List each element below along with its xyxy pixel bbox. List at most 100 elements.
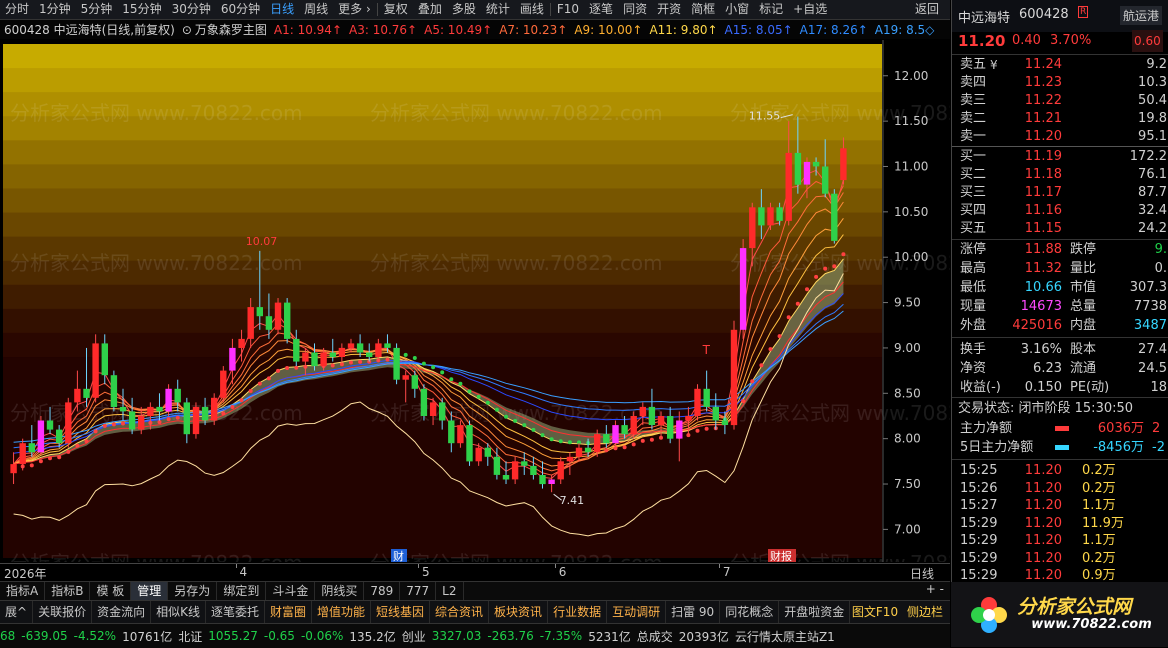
candle-body (630, 416, 637, 435)
toolbar-item[interactable]: F10 (552, 0, 584, 19)
candle-body (411, 375, 418, 389)
tick-time: 15:29 (960, 515, 998, 531)
toolbar-item[interactable]: 小窗 (720, 0, 754, 19)
indicator-tab[interactable]: 指标A (0, 582, 46, 600)
support-dot (476, 394, 481, 399)
toolbar-item[interactable]: 15分钟 (117, 0, 166, 19)
site-logo: 分析家公式网 www.70822.com (951, 582, 1168, 647)
flow-value: -8456万 (1093, 440, 1144, 455)
watermark: 分析家公式网 www.70822.com (370, 251, 663, 275)
toolbar-item[interactable]: 60分钟 (216, 0, 265, 19)
stat-key: 内盘 (1070, 318, 1097, 333)
status-item: 20393亿 (678, 629, 729, 644)
stat-value: 425016 (1012, 318, 1062, 333)
support-dot (622, 445, 627, 450)
module-right-button[interactable]: 侧边栏 (900, 601, 950, 623)
candle-body (147, 406, 154, 416)
module-item[interactable]: 展^ (0, 601, 34, 623)
toolbar-item[interactable]: 周线 (299, 0, 333, 19)
module-item[interactable]: 财富圈 (265, 601, 312, 623)
indicator-tab[interactable]: 阴线买 (315, 582, 365, 600)
support-dot (522, 423, 527, 428)
candle-body (201, 406, 209, 421)
toolbar-item[interactable]: 画线 (515, 0, 549, 19)
support-dot (631, 442, 636, 447)
toolbar-item[interactable]: 更多 › (333, 0, 376, 19)
earnings-mark[interactable]: 财 (391, 549, 407, 562)
indicator-tab[interactable]: 指标B (45, 582, 91, 600)
toolbar-item[interactable]: 叠加 (413, 0, 447, 19)
ask-row: 卖三 11.22 50.4 (952, 92, 1168, 110)
return-button[interactable]: 返回 (904, 0, 950, 19)
t-marker: T (702, 343, 711, 357)
module-item[interactable]: 同花概念 (720, 601, 780, 623)
module-item[interactable]: 行业数据 (548, 601, 608, 623)
support-dot (257, 381, 262, 386)
indicator-tab[interactable]: 管理 (131, 582, 169, 600)
indicator-value: A9: 10.00↑ (574, 22, 643, 37)
indicator-tab[interactable]: L2 (436, 582, 464, 600)
module-item[interactable]: 逐笔委托 (206, 601, 265, 623)
price-row: 11.20 0.40 3.70% 0.60 (952, 30, 1168, 52)
toolbar-item[interactable]: 标记 (754, 0, 788, 19)
module-item[interactable]: 扫雷 90 (666, 601, 721, 623)
module-item[interactable]: 综合资讯 (430, 601, 490, 623)
indicator-tab[interactable]: 777 (400, 582, 437, 600)
toolbar-item[interactable]: 多股 (447, 0, 481, 19)
dropdown-icon[interactable]: ⊙ (182, 23, 192, 37)
toolbar-item[interactable]: 分时 (0, 0, 34, 19)
stat-key: 市值 (1070, 280, 1097, 295)
toolbar-item[interactable]: 简框 (686, 0, 720, 19)
support-dot (823, 266, 828, 271)
indicator-tab[interactable]: 789 (364, 582, 401, 600)
toolbar-item[interactable]: 5分钟 (76, 0, 118, 19)
toolbar-item[interactable]: 日线 (265, 0, 299, 19)
formula-name[interactable]: 万象森罗主图 (195, 21, 267, 38)
module-right-button[interactable]: 图文F10 (850, 601, 900, 623)
status-item: 135.2亿 (349, 629, 396, 644)
bid-price: 11.15 (1024, 221, 1062, 236)
toolbar-item[interactable]: 开资 (652, 0, 686, 19)
support-dot (513, 418, 518, 423)
candle-body (812, 161, 820, 167)
module-item[interactable]: 短线基因 (371, 601, 431, 623)
module-item[interactable]: 增值功能 (312, 601, 372, 623)
candle-body (758, 207, 765, 226)
support-dot (449, 377, 454, 382)
indicator-tab[interactable]: 模 板 (90, 582, 132, 600)
candle-body (128, 411, 136, 430)
stat-key: 收益(-) (960, 380, 1001, 395)
ask-label: 卖五 (960, 57, 987, 72)
tick-row: 15:29 11.20 11.9万 (952, 515, 1168, 533)
earnings-report-mark[interactable]: 财报 (768, 549, 796, 562)
module-item[interactable]: 互动调研 (607, 601, 667, 623)
candlestick-chart[interactable]: 分析家公式网 www.70822.com 分析家公式网 www.70822.com… (0, 40, 950, 562)
toolbar-item[interactable]: 复权 (379, 0, 413, 19)
flow-value: 6036万 (1097, 421, 1144, 436)
toolbar-item[interactable]: 逐笔 (584, 0, 618, 19)
stat-value: 11.32 (1024, 261, 1062, 276)
candle-body (621, 425, 628, 435)
indicator-tab[interactable]: 绑定到 (217, 582, 267, 600)
toolbar-item[interactable]: 30分钟 (167, 0, 216, 19)
zoom-controls[interactable]: + - (926, 582, 944, 596)
module-item[interactable]: 相似K线 (151, 601, 206, 623)
toolbar-item[interactable]: 统计 (481, 0, 515, 19)
module-item[interactable]: 开盘啦资金 (779, 601, 850, 623)
module-item[interactable]: 板块资讯 (489, 601, 549, 623)
indicator-tab[interactable]: 另存为 (168, 582, 218, 600)
status-item: -4.52% (73, 629, 117, 643)
module-item[interactable]: 资金流向 (92, 601, 152, 623)
toolbar-item[interactable]: 1分钟 (34, 0, 76, 19)
module-item[interactable]: 关联报价 (33, 601, 93, 623)
toolbar-item[interactable]: +自选 (788, 0, 832, 19)
bid-price: 11.18 (1024, 167, 1062, 182)
indicator-tab[interactable]: 斗斗金 (266, 582, 316, 600)
ask-label: 卖二 (960, 111, 987, 126)
y-tick-label: 11.00 (894, 159, 928, 173)
status-item: 10761亿 (122, 629, 173, 644)
stat-value: 3487 (1133, 318, 1167, 333)
sector-button[interactable]: 航运港 (1120, 6, 1163, 25)
stat-row: 净资 6.23 流通 24.5 (952, 360, 1168, 378)
toolbar-item[interactable]: 同资 (618, 0, 652, 19)
